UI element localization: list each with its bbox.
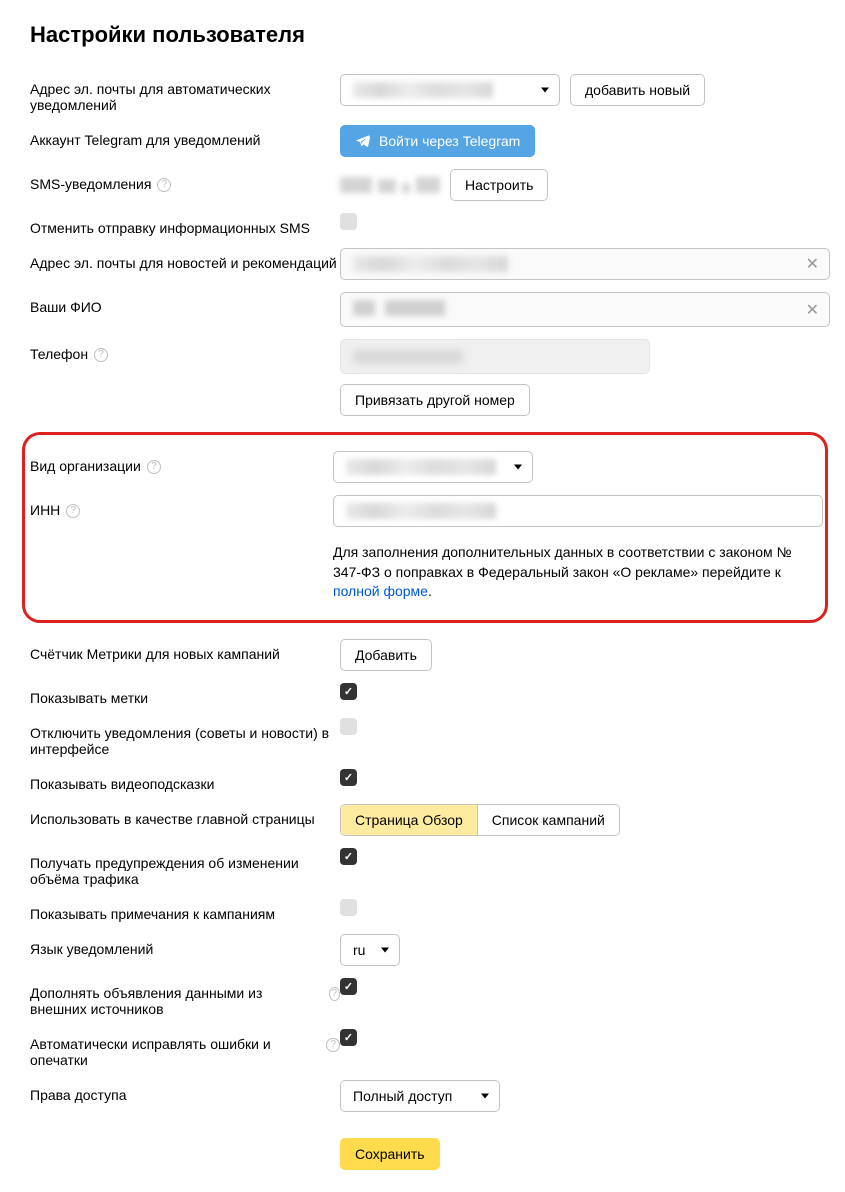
add-email-button[interactable]: добавить новый [570,74,705,106]
label-external-data: Дополнять объявления данными из внешних … [30,978,340,1017]
metrika-add-button[interactable]: Добавить [340,639,432,671]
redacted-value [346,459,496,475]
campaign-notes-checkbox[interactable] [340,899,357,916]
row-notif-lang: Язык уведомлений ru [30,928,815,972]
redacted-value [346,503,496,519]
inn-input[interactable] [333,495,823,527]
telegram-login-button[interactable]: Войти через Telegram [340,125,535,157]
external-data-checkbox[interactable] [340,978,357,995]
row-traffic-warn: Получать предупреждения об изменении объ… [30,842,815,893]
auto-fix-checkbox[interactable] [340,1029,357,1046]
row-homepage: Использовать в качестве главной страницы… [30,798,815,842]
help-icon[interactable]: ? [326,1038,340,1052]
label-fio: Ваши ФИО [30,292,340,315]
row-tags: Показывать метки [30,677,815,712]
label-metrika: Счётчик Метрики для новых кампаний [30,639,340,662]
row-news-email: Адрес эл. почты для новостей и рекоменда… [30,242,815,286]
redacted-value [353,82,493,98]
access-select[interactable]: Полный доступ [340,1080,500,1112]
chevron-down-icon [514,465,522,470]
highlight-org-inn: Вид организации ? ИНН ? Для заполнения д… [22,432,828,623]
help-icon[interactable]: ? [147,460,161,474]
video-hints-checkbox[interactable] [340,769,357,786]
redacted-value [353,300,445,319]
bind-phone-button[interactable]: Привязать другой номер [340,384,530,416]
label-email-notify: Адрес эл. почты для автоматических уведо… [30,74,340,113]
help-icon[interactable]: ? [94,348,108,362]
row-email-notify: Адрес эл. почты для автоматических уведо… [30,68,815,119]
row-external-data: Дополнять объявления данными из внешних … [30,972,815,1023]
chevron-down-icon [541,88,549,93]
row-fio: Ваши ФИО ✕ [30,286,815,333]
help-icon[interactable]: ? [157,178,171,192]
label-cancel-sms: Отменить отправку информационных SMS [30,213,340,236]
label-phone: Телефон ? [30,339,340,362]
homepage-opt-overview[interactable]: Страница Обзор [341,805,477,835]
fio-input[interactable]: ✕ [340,292,830,327]
label-auto-fix: Автоматически исправлять ошибки и опечат… [30,1029,340,1068]
label-news-email: Адрес эл. почты для новостей и рекоменда… [30,248,340,271]
label-org-type: Вид организации ? [30,451,333,474]
help-icon[interactable]: ? [66,504,80,518]
sms-configure-button[interactable]: Настроить [450,169,548,201]
row-telegram: Аккаунт Telegram для уведомлений Войти ч… [30,119,815,163]
label-homepage: Использовать в качестве главной страницы [30,804,340,827]
label-disable-tips: Отключить уведомления (советы и новости)… [30,718,340,757]
label-tags: Показывать метки [30,683,340,706]
row-org-type: Вид организации ? [30,445,815,489]
row-sms: SMS-уведомления ? Настроить [30,163,815,207]
traffic-warn-checkbox[interactable] [340,848,357,865]
clear-icon[interactable]: ✕ [806,300,819,320]
homepage-segment: Страница Обзор Список кампаний [340,804,620,836]
label-video-hints: Показывать видеоподсказки [30,769,340,792]
disable-tips-checkbox[interactable] [340,718,357,735]
label-inn: ИНН ? [30,495,333,518]
page-title: Настройки пользователя [30,22,815,48]
label-access: Права доступа [30,1080,340,1103]
row-cancel-sms: Отменить отправку информационных SMS [30,207,815,242]
email-notify-select[interactable] [340,74,560,106]
redacted-value [353,350,463,364]
row-campaign-notes: Показывать примечания к кампаниям [30,893,815,928]
tags-checkbox[interactable] [340,683,357,700]
help-icon[interactable]: ? [329,987,340,1001]
chevron-down-icon [481,1093,489,1098]
phone-display [340,339,650,374]
cancel-sms-checkbox[interactable] [340,213,357,230]
label-campaign-notes: Показывать примечания к кампаниям [30,899,340,922]
homepage-opt-campaigns[interactable]: Список кампаний [477,805,619,835]
row-inn: ИНН ? Для заполнения дополнительных данн… [30,489,815,608]
row-access: Права доступа Полный доступ [30,1074,815,1118]
redacted-value [353,256,508,272]
label-sms: SMS-уведомления ? [30,169,340,192]
row-disable-tips: Отключить уведомления (советы и новости)… [30,712,815,763]
org-type-select[interactable] [333,451,533,483]
redacted-value [340,177,440,193]
row-video-hints: Показывать видеоподсказки [30,763,815,798]
row-phone: Телефон ? Привязать другой номер [30,333,815,422]
telegram-icon [355,133,371,149]
clear-icon[interactable]: ✕ [806,254,819,274]
label-telegram: Аккаунт Telegram для уведомлений [30,125,340,148]
news-email-input[interactable]: ✕ [340,248,830,280]
save-button[interactable]: Сохранить [340,1138,440,1170]
inn-hint: Для заполнения дополнительных данных в с… [333,543,823,602]
chevron-down-icon [381,947,389,952]
label-notif-lang: Язык уведомлений [30,934,340,957]
full-form-link[interactable]: полной форме [333,583,428,599]
label-traffic-warn: Получать предупреждения об изменении объ… [30,848,340,887]
row-metrika: Счётчик Метрики для новых кампаний Добав… [30,633,815,677]
row-auto-fix: Автоматически исправлять ошибки и опечат… [30,1023,815,1074]
notif-lang-select[interactable]: ru [340,934,400,966]
